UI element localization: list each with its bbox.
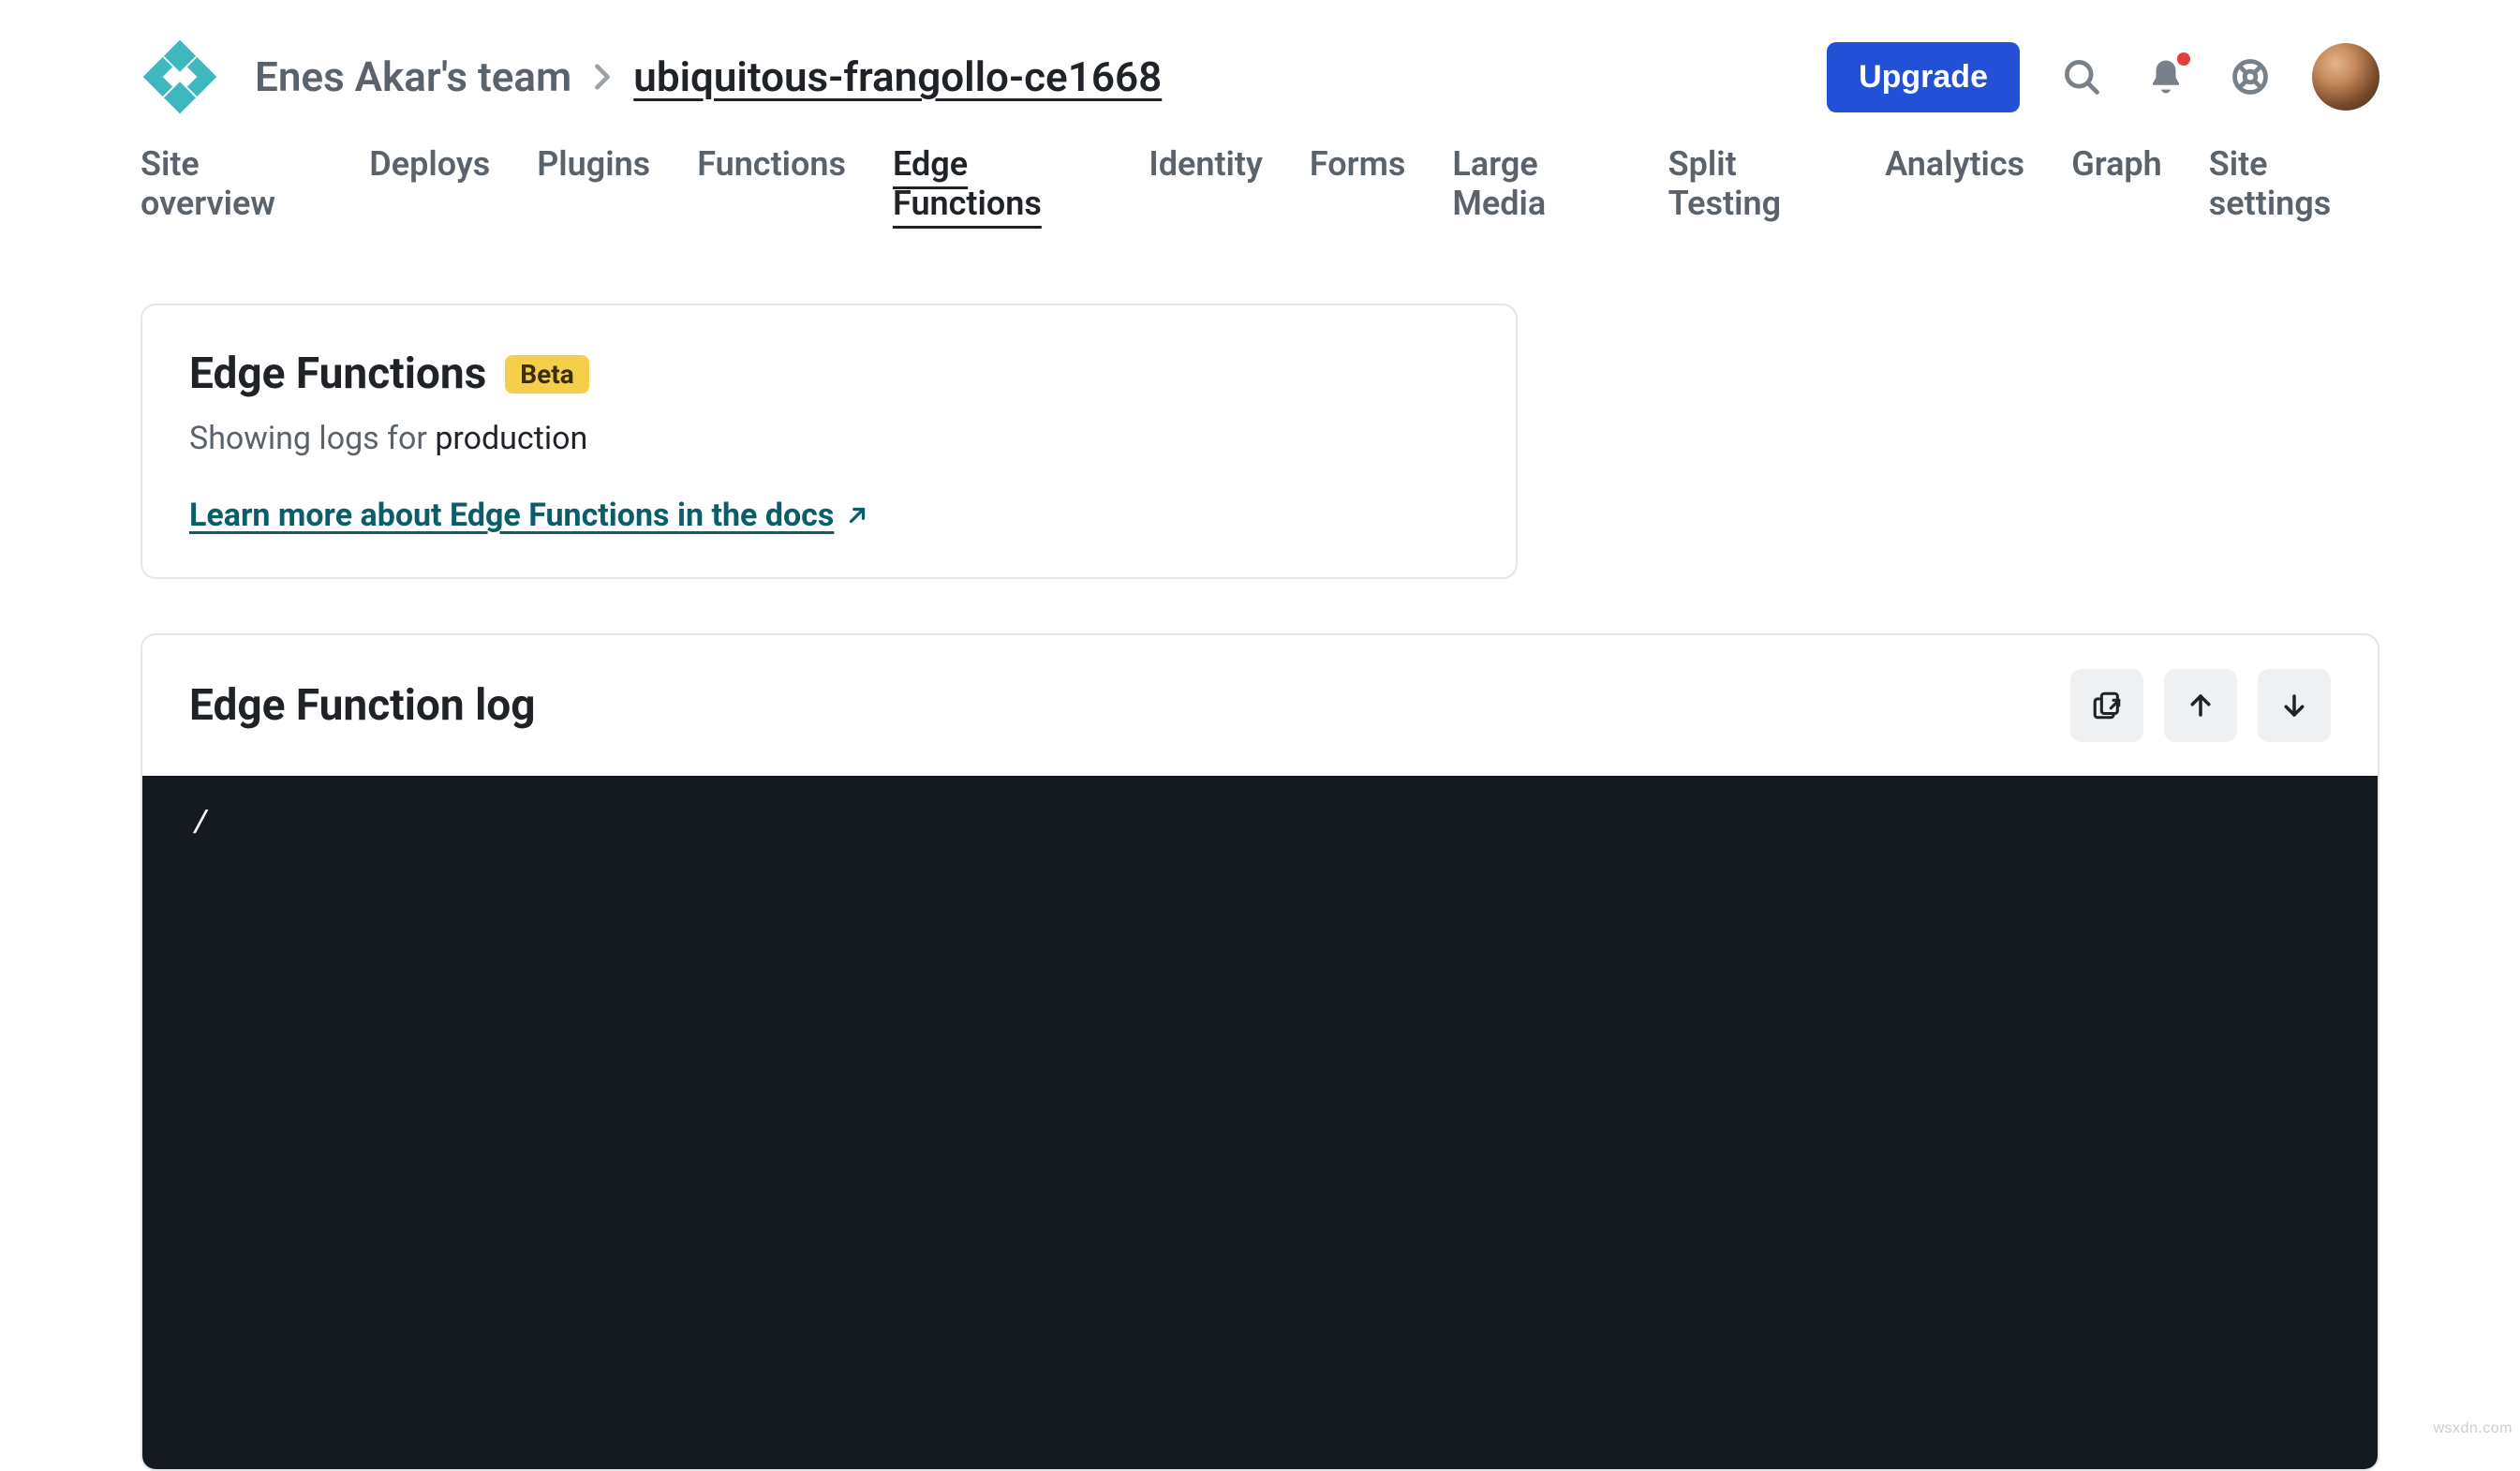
- docs-link-label: Learn more about Edge Functions in the d…: [189, 497, 834, 534]
- avatar[interactable]: [2312, 43, 2379, 111]
- nav-tab-edge-functions[interactable]: Edge Functions: [893, 144, 1102, 229]
- notification-dot-icon: [2177, 52, 2190, 66]
- showing-logs-text: Showing logs for production: [189, 420, 1469, 457]
- card-title-row: Edge Functions Beta: [189, 349, 1469, 399]
- scroll-top-button[interactable]: [2164, 669, 2237, 742]
- watermark: wsxdn.com: [2433, 1420, 2513, 1437]
- log-line: /: [191, 808, 2329, 843]
- site-nav-tabs: Site overview Deploys Plugins Functions Edge…: [141, 144, 2379, 229]
- netlify-logo-icon[interactable]: [141, 37, 219, 116]
- breadcrumb: Enes Akar's team ubiquitous-frangollo-ce…: [255, 52, 1162, 101]
- nav-tab-identity[interactable]: Identity: [1149, 144, 1263, 229]
- header-bar: Enes Akar's team ubiquitous-frangollo-ce…: [141, 37, 2379, 116]
- nav-tab-deploys[interactable]: Deploys: [369, 144, 490, 229]
- support-icon[interactable]: [2228, 54, 2273, 99]
- nav-tab-site-overview[interactable]: Site overview: [141, 144, 322, 229]
- external-link-icon: [845, 503, 869, 527]
- header-left: Enes Akar's team ubiquitous-frangollo-ce…: [141, 37, 1162, 116]
- edge-functions-info-card: Edge Functions Beta Showing logs for pro…: [141, 304, 1518, 579]
- breadcrumb-team[interactable]: Enes Akar's team: [255, 52, 571, 101]
- search-icon[interactable]: [2059, 54, 2104, 99]
- upgrade-button[interactable]: Upgrade: [1827, 42, 2020, 112]
- nav-tab-plugins[interactable]: Plugins: [537, 144, 650, 229]
- nav-tab-graph[interactable]: Graph: [2071, 144, 2162, 229]
- nav-tab-functions[interactable]: Functions: [697, 144, 846, 229]
- log-actions: [2070, 669, 2331, 742]
- header-right: Upgrade: [1827, 42, 2379, 112]
- copy-log-button[interactable]: [2070, 669, 2143, 742]
- showing-prefix: Showing logs for: [189, 420, 435, 457]
- log-header: Edge Function log: [142, 635, 2378, 776]
- scroll-bottom-button[interactable]: [2258, 669, 2331, 742]
- card-title: Edge Functions: [189, 349, 486, 399]
- edge-function-log-panel: Edge Function log /: [141, 633, 2379, 1471]
- breadcrumb-site[interactable]: ubiquitous-frangollo-ce1668: [633, 52, 1162, 101]
- nav-tab-site-settings[interactable]: Site settings: [2209, 144, 2379, 229]
- beta-badge: Beta: [505, 355, 588, 394]
- chevron-right-icon: [592, 63, 613, 91]
- notifications-icon[interactable]: [2143, 54, 2188, 99]
- nav-tab-analytics[interactable]: Analytics: [1885, 144, 2024, 229]
- nav-tab-forms[interactable]: Forms: [1310, 144, 1406, 229]
- nav-tab-large-media[interactable]: Large Media: [1452, 144, 1621, 229]
- docs-link[interactable]: Learn more about Edge Functions in the d…: [189, 497, 869, 534]
- showing-env: production: [435, 420, 587, 457]
- nav-tab-split-testing[interactable]: Split Testing: [1668, 144, 1839, 229]
- log-title: Edge Function log: [189, 680, 536, 731]
- log-body: /: [142, 776, 2378, 1469]
